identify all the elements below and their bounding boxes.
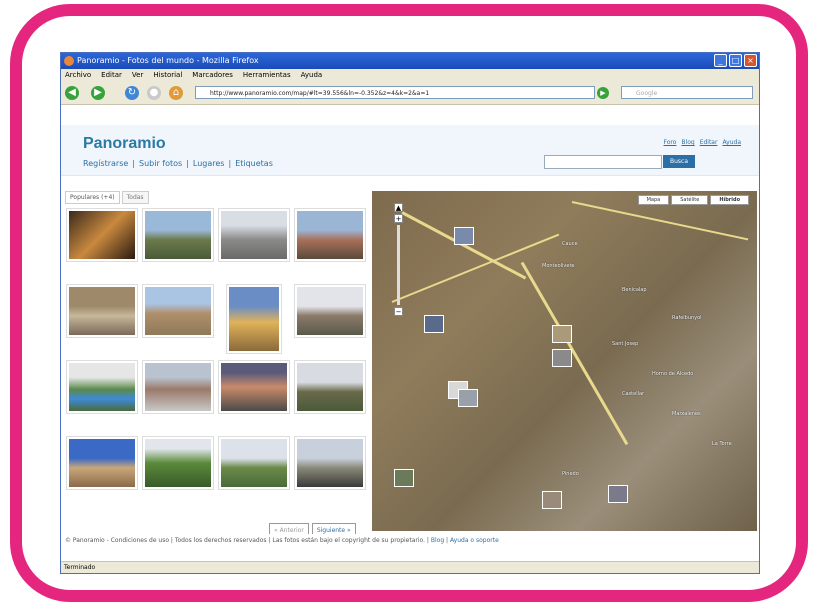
link-foro[interactable]: Foro bbox=[664, 139, 677, 146]
menu-herramientas[interactable]: Herramientas bbox=[243, 69, 291, 82]
nav-sep: | bbox=[186, 159, 189, 168]
photo-thumbnail[interactable] bbox=[67, 285, 137, 337]
map-label: Castellar bbox=[622, 391, 645, 397]
home-icon[interactable]: ⌂ bbox=[169, 86, 183, 100]
window-title: Panoramio - Fotos del mundo - Mozilla Fi… bbox=[77, 56, 259, 65]
nav-tags[interactable]: Etiquetas bbox=[235, 159, 273, 168]
map-road bbox=[401, 211, 527, 280]
photo-thumbnail[interactable] bbox=[67, 209, 137, 261]
map-label: Pinedo bbox=[562, 471, 579, 477]
footer: © Panoramio - Condiciones de uso | Todos… bbox=[61, 534, 759, 548]
back-arrow-icon[interactable]: ◀ bbox=[65, 86, 79, 100]
photo-thumbnail[interactable] bbox=[143, 285, 213, 337]
photo-tabs: Populares (+4) Todas bbox=[65, 191, 149, 204]
site-search-input[interactable] bbox=[544, 155, 662, 169]
address-bar[interactable]: http://www.panoramio.com/map/#lt=39.556&… bbox=[195, 86, 595, 99]
nav-sep: | bbox=[228, 159, 232, 168]
map-photo-pin[interactable] bbox=[542, 491, 562, 509]
photo-thumbnail[interactable] bbox=[295, 361, 365, 413]
browser-window: Panoramio - Fotos del mundo - Mozilla Fi… bbox=[60, 52, 760, 574]
map-label: Cauce bbox=[562, 241, 578, 247]
map-label: Horno de Alcedo bbox=[652, 371, 694, 377]
tab-todas[interactable]: Todas bbox=[121, 191, 149, 204]
search-bar[interactable]: Google bbox=[621, 86, 753, 99]
map-photo-pin[interactable] bbox=[454, 227, 474, 245]
map-label: Benicalap bbox=[622, 287, 647, 293]
map-type-hibrido[interactable]: Híbrido bbox=[710, 195, 749, 205]
photo-thumbnail[interactable] bbox=[295, 437, 365, 489]
zoom-in-icon[interactable]: + bbox=[394, 214, 403, 223]
map-road bbox=[391, 233, 560, 303]
photo-thumbnail[interactable] bbox=[143, 209, 213, 261]
maximize-button[interactable]: □ bbox=[729, 54, 742, 67]
menu-archivo[interactable]: Archivo bbox=[65, 69, 91, 82]
menu-editar[interactable]: Editar bbox=[101, 69, 122, 82]
map-label: Sant Josep bbox=[612, 341, 639, 347]
map-type-controls: Mapa Satélite Híbrido bbox=[637, 195, 749, 205]
map-label: La Torre bbox=[712, 441, 732, 447]
nav-register[interactable]: Regístrarse bbox=[83, 159, 128, 168]
map-label: Monteolivete bbox=[542, 263, 575, 269]
photo-thumbnail[interactable] bbox=[143, 361, 213, 413]
photo-thumbnail[interactable] bbox=[219, 361, 289, 413]
map-photo-pin[interactable] bbox=[552, 325, 572, 343]
firefox-icon bbox=[64, 56, 74, 66]
nav-sep: | bbox=[132, 159, 135, 168]
map-photo-pin[interactable] bbox=[552, 349, 572, 367]
window-controls: _ □ × bbox=[714, 54, 757, 67]
go-icon[interactable]: ▶ bbox=[597, 87, 609, 99]
pan-up-icon[interactable]: ▲ bbox=[394, 203, 403, 212]
site-search-button[interactable]: Busca bbox=[663, 155, 695, 168]
link-blog[interactable]: Blog bbox=[681, 139, 694, 146]
map-photo-pin[interactable] bbox=[458, 389, 478, 407]
title-bar: Panoramio - Fotos del mundo - Mozilla Fi… bbox=[61, 53, 759, 69]
map-photo-pin[interactable] bbox=[394, 469, 414, 487]
top-links: Foro Blog Editar Ayuda bbox=[664, 139, 742, 146]
map-type-mapa[interactable]: Mapa bbox=[637, 195, 670, 205]
footer-help-link[interactable]: Ayuda o soporte bbox=[450, 537, 499, 544]
zoom-slider[interactable] bbox=[397, 225, 400, 305]
menu-ver[interactable]: Ver bbox=[132, 69, 143, 82]
main-nav: Regístrarse | Subir fotos | Lugares | Et… bbox=[83, 159, 273, 168]
tab-populares[interactable]: Populares (+4) bbox=[65, 191, 120, 204]
menu-marcadores[interactable]: Marcadores bbox=[192, 69, 233, 82]
nav-upload[interactable]: Subir fotos bbox=[139, 159, 182, 168]
photo-thumbnail[interactable] bbox=[295, 285, 365, 337]
map-label: Rafelbunyol bbox=[672, 315, 702, 321]
map-road bbox=[571, 201, 749, 241]
map-road bbox=[520, 261, 629, 446]
satellite-map[interactable]: Mapa Satélite Híbrido ▲ + − Cauce Monteo… bbox=[372, 191, 757, 531]
map-photo-pin[interactable] bbox=[424, 315, 444, 333]
status-bar: Terminado bbox=[61, 561, 759, 573]
photo-thumbnail[interactable] bbox=[219, 437, 289, 489]
close-button[interactable]: × bbox=[744, 54, 757, 67]
nav-places[interactable]: Lugares bbox=[193, 159, 225, 168]
navigation-toolbar: ◀ ▶ ↻ ● ⌂ http://www.panoramio.com/map/#… bbox=[61, 82, 759, 105]
map-photo-pin[interactable] bbox=[608, 485, 628, 503]
map-zoom-controls: ▲ + − bbox=[394, 203, 403, 333]
zoom-out-icon[interactable]: − bbox=[394, 307, 403, 316]
map-type-satelite[interactable]: Satélite bbox=[671, 195, 709, 205]
panoramio-logo[interactable]: Panoramio bbox=[83, 135, 166, 153]
menu-bar: Archivo Editar Ver Historial Marcadores … bbox=[61, 69, 759, 82]
link-editar[interactable]: Editar bbox=[700, 139, 718, 146]
footer-text: © Panoramio - Condiciones de uso | Todos… bbox=[65, 537, 431, 544]
page-header: Panoramio Regístrarse | Subir fotos | Lu… bbox=[61, 125, 759, 176]
footer-blog-link[interactable]: Blog bbox=[431, 537, 444, 544]
stop-icon[interactable]: ● bbox=[147, 86, 161, 100]
minimize-button[interactable]: _ bbox=[714, 54, 727, 67]
reload-icon[interactable]: ↻ bbox=[125, 86, 139, 100]
map-label: Marxalenes bbox=[672, 411, 701, 417]
photo-thumbnail[interactable] bbox=[227, 285, 281, 353]
menu-historial[interactable]: Historial bbox=[153, 69, 182, 82]
photo-thumbnail[interactable] bbox=[67, 437, 137, 489]
menu-ayuda[interactable]: Ayuda bbox=[301, 69, 323, 82]
photo-thumbnail[interactable] bbox=[67, 361, 137, 413]
photo-thumbnail[interactable] bbox=[295, 209, 365, 261]
link-ayuda[interactable]: Ayuda bbox=[722, 139, 741, 146]
forward-arrow-icon[interactable]: ▶ bbox=[91, 86, 105, 100]
photo-thumbnail[interactable] bbox=[143, 437, 213, 489]
photo-thumbnail[interactable] bbox=[219, 209, 289, 261]
